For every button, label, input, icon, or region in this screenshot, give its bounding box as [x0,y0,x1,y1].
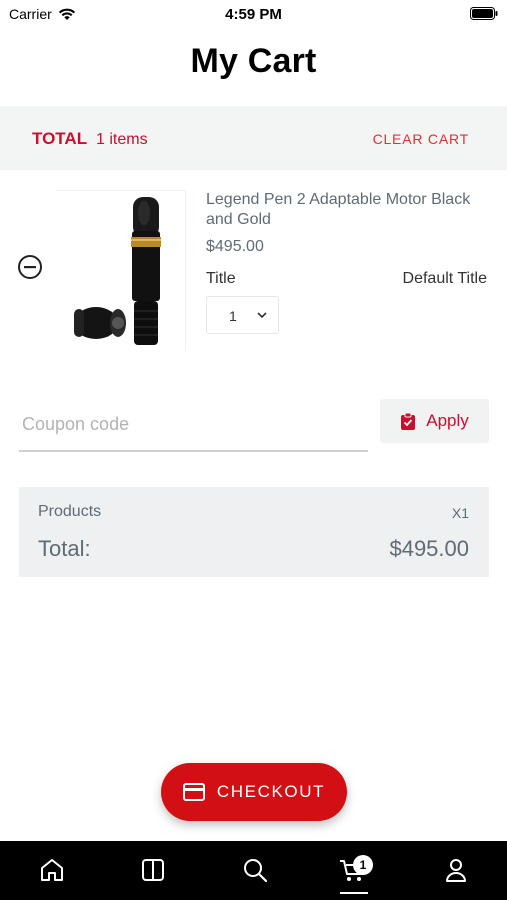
search-icon[interactable] [241,856,269,884]
products-count: X1 [451,505,469,521]
checkout-button[interactable]: CHECKOUT [161,763,347,821]
battery-icon [470,7,498,20]
total-label: TOTAL [32,129,88,148]
cart-item: Legend Pen 2 Adaptable Motor Black and G… [0,186,507,354]
active-tab-indicator [340,892,368,894]
cart-count-badge: 1 [353,855,373,875]
summary-total-amount: $495.00 [389,536,469,561]
bottom-navigation: 1 [0,841,507,900]
variant-label: Title [206,270,236,287]
summary-total-label: Total: [38,536,91,561]
checkout-label: CHECKOUT [216,782,326,801]
cart-total-bar: TOTAL 1 items CLEAR CART [0,106,507,170]
order-summary: Products X1 Total: $495.00 [19,487,489,577]
quantity-value: 1 [229,308,237,324]
quantity-select[interactable]: 1 [206,296,279,334]
clear-cart-button[interactable]: CLEAR CART [373,131,469,147]
tattoo-pen-image [74,197,161,345]
account-icon[interactable] [442,856,470,884]
items-count: 1 items [96,131,148,148]
status-bar: Carrier 4:59 PM [0,0,507,28]
page-title: My Cart [190,42,317,80]
coupon-code-input[interactable] [19,398,368,452]
categories-icon[interactable] [139,856,167,884]
clipboard-check-icon [401,412,416,430]
remove-item-icon[interactable] [17,254,43,280]
variant-value: Default Title [402,270,487,287]
product-name[interactable]: Legend Pen 2 Adaptable Motor Black and G… [206,190,476,230]
apply-label: Apply [426,411,469,430]
home-icon[interactable] [38,856,66,884]
product-price: $495.00 [206,238,264,255]
product-image[interactable] [56,190,186,350]
chevron-down-icon [257,312,267,319]
apply-coupon-button[interactable]: Apply [380,399,489,443]
credit-card-icon [182,783,205,801]
products-label: Products [38,503,102,520]
status-time: 4:59 PM [225,6,282,23]
